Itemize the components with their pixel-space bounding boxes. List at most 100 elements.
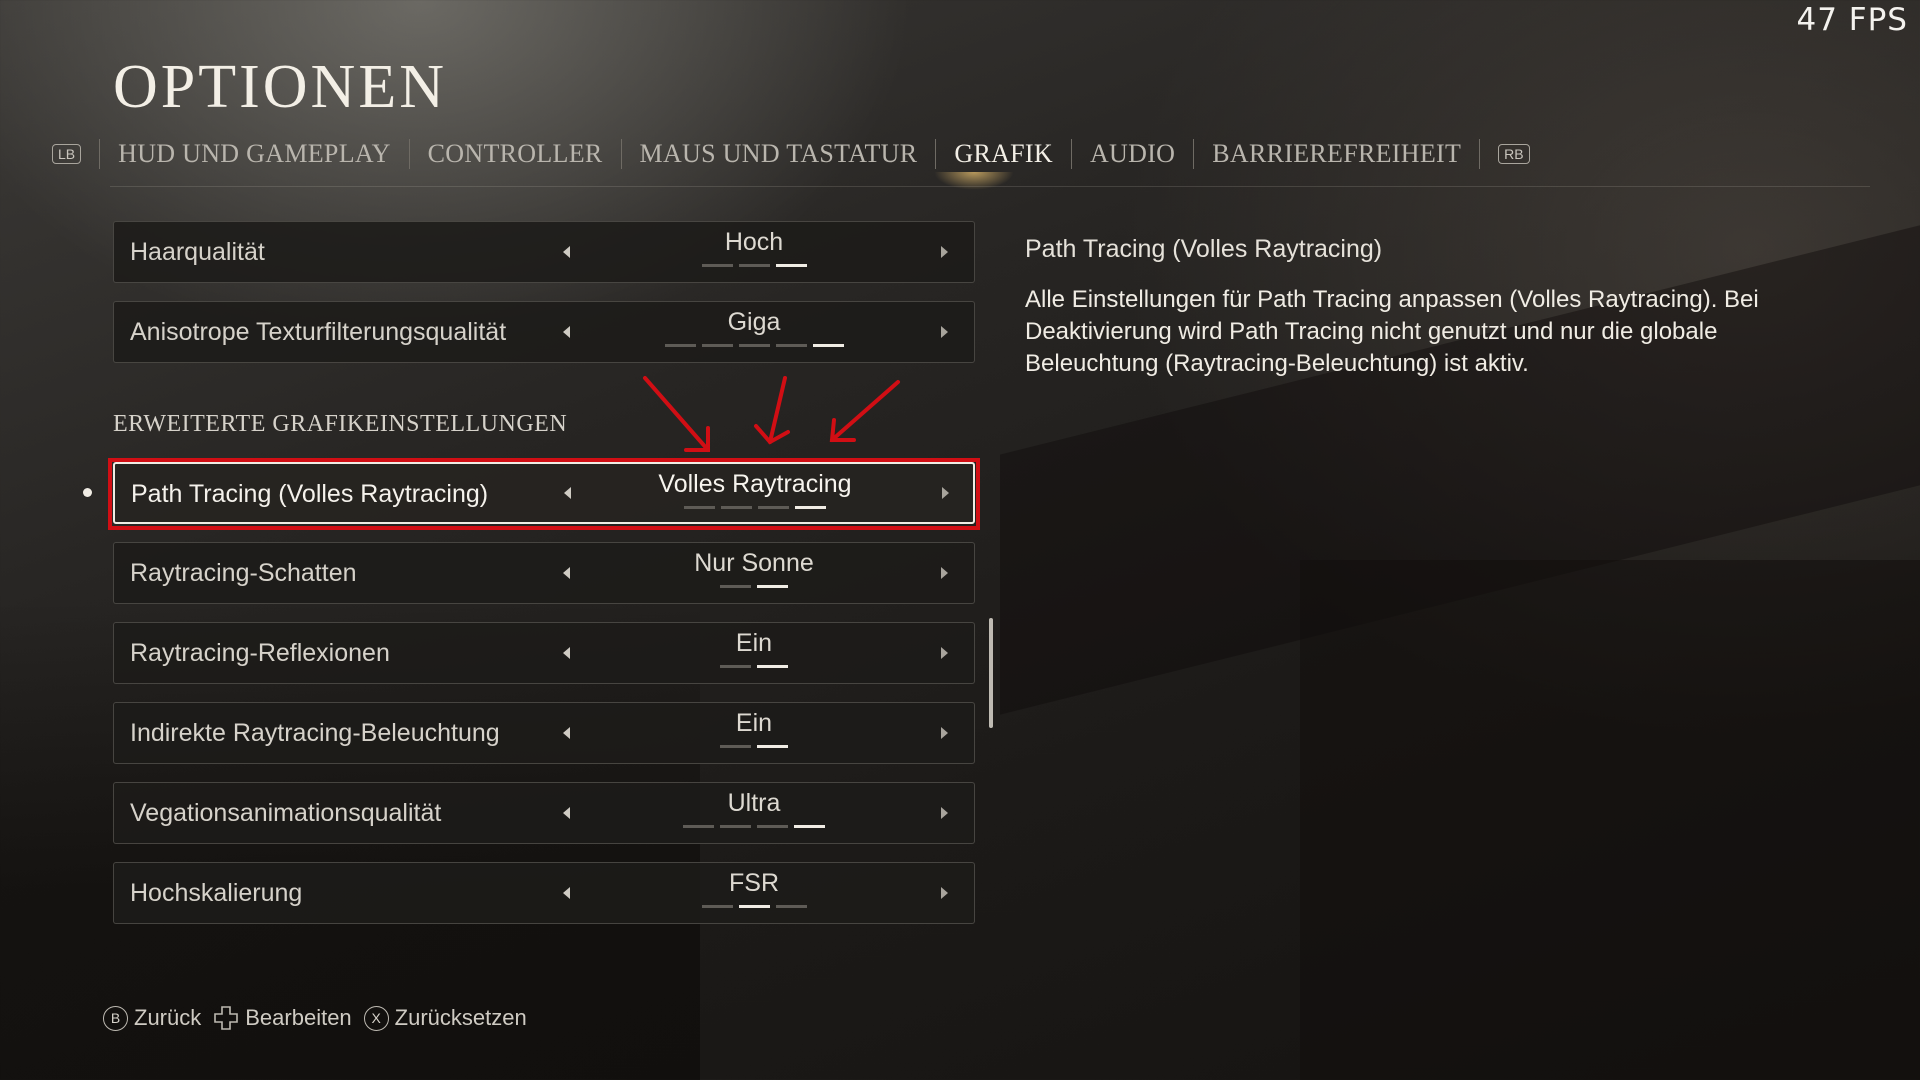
tab-hud-und-gameplay[interactable]: HUD UND GAMEPLAY <box>100 139 409 169</box>
edit-label: Bearbeiten <box>245 1005 352 1030</box>
active-tab-indicator <box>934 172 1014 190</box>
level-indicator <box>584 264 924 267</box>
level-indicator <box>584 745 924 748</box>
edit-hint[interactable]: Bearbeiten <box>213 1005 352 1031</box>
level-segment-active <box>775 264 807 267</box>
reset-hint[interactable]: X Zurücksetzen <box>363 1005 527 1031</box>
arrow-right-icon[interactable] <box>941 727 948 739</box>
level-segment <box>701 264 733 267</box>
setting-value-area: Ein <box>584 627 924 668</box>
rb-bumper-icon[interactable]: RB <box>1498 144 1530 164</box>
reset-label: Zurücksetzen <box>394 1005 527 1030</box>
level-indicator <box>584 665 924 668</box>
setting-row-raytracing-reflexionen[interactable]: Raytracing-Reflexionen Ein <box>113 622 975 684</box>
red-highlight-annotation <box>108 458 980 530</box>
x-button-icon: X <box>363 1005 389 1031</box>
arrow-left-icon[interactable] <box>563 727 570 739</box>
lb-bumper-icon[interactable]: LB <box>52 144 82 164</box>
settings-scrollbar[interactable] <box>989 618 993 728</box>
arrow-right-icon[interactable] <box>941 647 948 659</box>
setting-value: Nur Sonne <box>694 549 814 577</box>
setting-row-hochskalierung[interactable]: Hochskalierung FSR <box>113 862 975 924</box>
arrow-right-icon[interactable] <box>941 807 948 819</box>
setting-value-area: Ultra <box>584 787 924 828</box>
setting-value-area: FSR <box>584 867 924 908</box>
setting-row-raytracing-schatten[interactable]: Raytracing-Schatten Nur Sonne <box>113 542 975 604</box>
tab-audio[interactable]: AUDIO <box>1072 139 1193 169</box>
setting-row-indirekte-beleuchtung[interactable]: Indirekte Raytracing-Beleuchtung Ein <box>113 702 975 764</box>
setting-row-haarqualitaet[interactable]: Haarqualität Hoch <box>113 221 975 283</box>
level-segment <box>683 825 714 828</box>
tab-divider <box>1479 139 1481 169</box>
level-segment <box>701 905 733 908</box>
setting-value: Giga <box>727 308 781 336</box>
focus-indicator-dot <box>83 488 92 497</box>
setting-value-area: Ein <box>584 707 924 748</box>
footer-button-hints: B Zurück Bearbeiten X Zurücksetzen <box>103 1005 539 1031</box>
dpad-icon <box>214 1006 239 1030</box>
level-segment <box>775 344 807 347</box>
arrow-right-icon[interactable] <box>941 326 948 338</box>
setting-label: Hochskalierung <box>130 879 303 907</box>
level-segment-active <box>812 344 844 347</box>
level-segment-active <box>738 905 770 908</box>
level-segment <box>738 264 770 267</box>
setting-label: Raytracing-Reflexionen <box>130 639 390 667</box>
options-tab-bar: LB HUD UND GAMEPLAY CONTROLLER MAUS UND … <box>52 134 1548 174</box>
arrow-left-icon[interactable] <box>563 567 570 579</box>
setting-label: Vegationsanimationsqualität <box>130 799 442 827</box>
level-indicator <box>584 905 924 908</box>
background-wall-shadow <box>1300 560 1920 1080</box>
arrow-left-icon[interactable] <box>563 246 570 258</box>
level-segment <box>720 585 751 588</box>
arrow-left-icon[interactable] <box>563 887 570 899</box>
back-label: Zurück <box>134 1005 202 1030</box>
page-title: OPTIONEN <box>113 53 447 121</box>
level-segment <box>738 344 770 347</box>
level-segment <box>664 344 696 347</box>
setting-value: Ein <box>735 629 773 657</box>
level-segment-active <box>757 585 788 588</box>
fps-counter: 47 FPS <box>1796 2 1908 38</box>
level-segment-active <box>757 665 788 668</box>
setting-value-area: Giga <box>584 306 924 347</box>
arrow-left-icon[interactable] <box>563 807 570 819</box>
arrow-right-icon[interactable] <box>941 887 948 899</box>
tab-grafik[interactable]: GRAFIK <box>936 139 1071 169</box>
arrow-left-icon[interactable] <box>563 647 570 659</box>
back-hint[interactable]: B Zurück <box>103 1005 201 1031</box>
level-indicator <box>584 344 924 347</box>
tab-controller[interactable]: CONTROLLER <box>410 139 621 169</box>
background-roof-shadow <box>1000 205 1920 715</box>
arrow-left-icon[interactable] <box>563 326 570 338</box>
setting-value: Hoch <box>724 228 784 256</box>
setting-value: Ultra <box>727 789 781 817</box>
b-button-icon: B <box>103 1005 128 1031</box>
section-heading-erweiterte-grafik: ERWEITERTE GRAFIKEINSTELLUNGEN <box>113 411 568 437</box>
setting-row-vegationsanimation[interactable]: Vegationsanimationsqualität Ultra <box>113 782 975 844</box>
level-indicator <box>584 585 924 588</box>
arrow-right-icon[interactable] <box>941 246 948 258</box>
setting-label: Anisotrope Texturfilterungsqualität <box>130 318 507 346</box>
setting-value: Ein <box>735 709 773 737</box>
tab-maus-und-tastatur[interactable]: MAUS UND TASTATUR <box>622 139 936 169</box>
level-segment <box>720 665 751 668</box>
level-segment <box>720 825 751 828</box>
description-title: Path Tracing (Volles Raytracing) <box>1025 235 1383 263</box>
arrow-right-icon[interactable] <box>941 567 948 579</box>
annotation-arrows-icon <box>643 376 900 452</box>
setting-value-area: Hoch <box>584 226 924 267</box>
tab-barrierefreiheit[interactable]: BARRIEREFREIHEIT <box>1194 139 1479 169</box>
setting-row-anisotrope-texturfilterung[interactable]: Anisotrope Texturfilterungsqualität Giga <box>113 301 975 363</box>
setting-value: FSR <box>729 869 779 897</box>
setting-value-area: Nur Sonne <box>584 547 924 588</box>
header-divider <box>110 186 1870 187</box>
level-segment-active <box>757 745 788 748</box>
setting-label: Indirekte Raytracing-Beleuchtung <box>130 719 500 747</box>
setting-label: Raytracing-Schatten <box>130 559 357 587</box>
description-body: Alle Einstellungen für Path Tracing anpa… <box>1025 286 1759 377</box>
level-segment <box>775 905 807 908</box>
level-segment <box>720 745 751 748</box>
level-indicator <box>584 825 924 828</box>
level-segment <box>701 344 733 347</box>
